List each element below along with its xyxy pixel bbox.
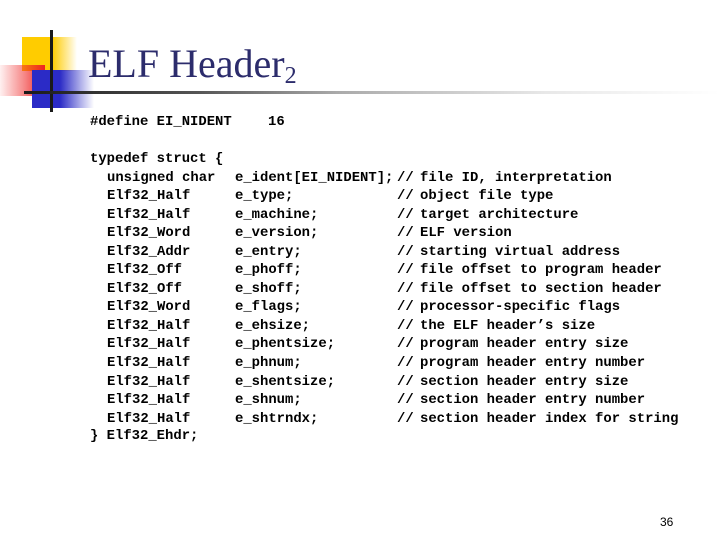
member-field: e_shoff; — [235, 280, 302, 297]
comment-delimiter: // — [397, 410, 414, 427]
member-comment: file offset to section header — [420, 280, 662, 297]
define-directive: #define EI_NIDENT — [90, 114, 232, 130]
struct-member-row: Elf32_Off e_shoff; // file offset to sectio… — [0, 280, 720, 298]
struct-member-row: Elf32_Half e_shentsize; // section header e… — [0, 373, 720, 391]
member-comment: starting virtual address — [420, 243, 621, 260]
member-comment: file offset to program header — [420, 262, 662, 279]
comment-delimiter: // — [397, 206, 414, 223]
member-field: e_ident[EI_NIDENT]; — [235, 169, 394, 186]
slide-title-subscript: 2 — [284, 63, 297, 89]
member-comment: object file type — [420, 188, 554, 205]
member-comment: file ID, interpretation — [420, 169, 612, 186]
comment-delimiter: // — [397, 169, 414, 186]
member-type: Elf32_Half — [107, 373, 191, 390]
member-type: Elf32_Half — [107, 355, 191, 371]
comment-delimiter: // — [397, 299, 414, 316]
member-type: Elf32_Half — [107, 317, 191, 334]
member-field: e_version; — [235, 225, 319, 242]
member-field: e_shtrndx; — [235, 410, 319, 427]
member-field: e_entry; — [235, 243, 302, 260]
member-type: Elf32_Word — [107, 225, 191, 242]
member-comment: section header index for string — [420, 410, 679, 427]
struct-member-row: Elf32_Off e_phoff; // file offset to progra… — [0, 261, 720, 279]
member-comment: target architecture — [420, 206, 579, 223]
typedef-close: } Elf32_Ehdr; — [90, 428, 199, 444]
comment-delimiter: // — [397, 373, 414, 390]
typedef-open: typedef struct { — [90, 151, 224, 167]
member-comment: the ELF header’s size — [420, 317, 596, 334]
member-type: unsigned char — [107, 169, 216, 186]
struct-member-row: Elf32_Half e_shnum; // section header entry… — [0, 391, 720, 409]
member-field: e_shnum; — [235, 392, 302, 409]
comment-delimiter: // — [397, 336, 414, 353]
member-field: e_type; — [235, 188, 294, 205]
define-value: 16 — [268, 114, 285, 130]
member-type: Elf32_Half — [107, 410, 191, 427]
member-type: Elf32_Half — [107, 206, 191, 223]
struct-member-row: Elf32_Half e_shtrndx; // section header ind… — [0, 410, 720, 428]
struct-member-row: Elf32_Word e_version; // ELF version — [0, 224, 720, 242]
decorative-blue-square — [32, 70, 94, 108]
member-field: e_flags; — [235, 299, 302, 316]
member-comment: processor-specific flags — [420, 299, 621, 316]
member-comment: section header entry number — [420, 392, 646, 409]
member-type: Elf32_Off — [107, 280, 183, 297]
member-type: Elf32_Half — [107, 188, 191, 205]
decorative-vertical-line — [50, 30, 53, 112]
comment-delimiter: // — [397, 355, 414, 371]
comment-delimiter: // — [397, 317, 414, 334]
struct-member-row: Elf32_Half e_phnum; // program header entry… — [0, 354, 720, 372]
struct-member-row: Elf32_Word e_flags; // processor-specific f… — [0, 298, 720, 316]
member-type: Elf32_Half — [107, 336, 191, 353]
member-field: e_shentsize; — [235, 373, 336, 390]
struct-member-row: Elf32_Half e_ehsize; // the ELF header’s si… — [0, 317, 720, 335]
member-type: Elf32_Half — [107, 392, 191, 409]
member-type: Elf32_Addr — [107, 243, 191, 260]
member-field: e_ehsize; — [235, 317, 311, 334]
struct-member-row: unsigned char e_ident[EI_NIDENT];// file I… — [0, 169, 720, 187]
member-type: Elf32_Off — [107, 262, 183, 279]
title-underline-rule — [24, 91, 720, 94]
comment-delimiter: // — [397, 243, 414, 260]
comment-delimiter: // — [397, 280, 414, 297]
comment-delimiter: // — [397, 188, 414, 205]
member-comment: program header entry number — [420, 355, 646, 371]
member-comment: program header entry size — [420, 336, 629, 353]
comment-delimiter: // — [397, 225, 414, 242]
page-number: 36 — [660, 515, 674, 529]
slide-title-text: ELF Header — [88, 41, 285, 86]
member-comment: section header entry size — [420, 373, 629, 390]
member-comment: ELF version — [420, 225, 512, 242]
slide-title: ELF Header2 — [88, 40, 297, 88]
struct-member-row: Elf32_Addr e_entry; // starting virtual add… — [0, 243, 720, 261]
member-field: e_phoff; — [235, 262, 302, 279]
member-field: e_machine; — [235, 206, 319, 223]
struct-member-row: Elf32_Half e_machine; // target architectur… — [0, 206, 720, 224]
comment-delimiter: // — [397, 392, 414, 409]
member-type: Elf32_Word — [107, 299, 191, 316]
member-field: e_phentsize; — [235, 336, 336, 353]
comment-delimiter: // — [397, 262, 414, 279]
member-field: e_phnum; — [235, 355, 302, 371]
struct-member-row: Elf32_Half e_type; // object file type — [0, 187, 720, 205]
struct-member-row: Elf32_Half e_phentsize; // program header e… — [0, 335, 720, 353]
